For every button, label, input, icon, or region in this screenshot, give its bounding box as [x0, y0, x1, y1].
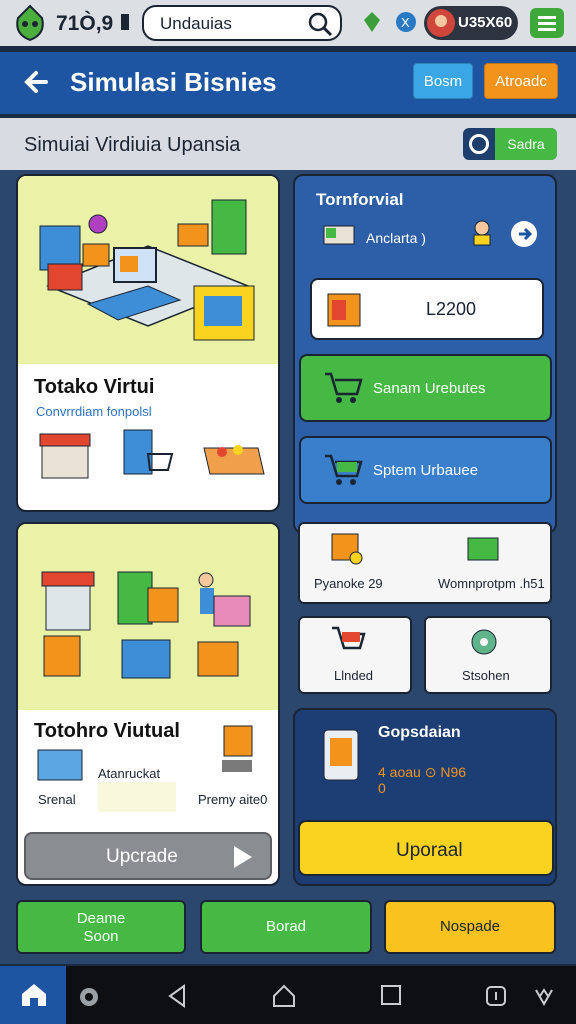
mode-toggle[interactable]: Sadra: [463, 128, 557, 160]
money-stack-icon: [467, 537, 499, 561]
card2-label-right: Premy aite0: [198, 792, 268, 807]
svg-text:X: X: [401, 15, 410, 30]
yellow-upgrade-label: Uporaal: [396, 840, 463, 861]
tile-3[interactable]: Llnded: [298, 616, 412, 694]
store-card-1[interactable]: Totako Virtui Convrrdiam fonpolsl: [16, 174, 280, 512]
bottom-button-1[interactable]: Deame Soon: [16, 900, 186, 954]
avatar-icon: [427, 9, 455, 37]
record-icon[interactable]: [78, 986, 100, 1008]
card-illustration-2: [18, 524, 278, 710]
card1-subtitle: Convrrdiam fonpolsl: [36, 404, 152, 419]
settings-icon[interactable]: [118, 12, 132, 32]
cart-sign-icon: [222, 725, 253, 772]
cart-icon: [325, 454, 363, 485]
card1-title: Totako Virtui: [34, 376, 155, 398]
cash-register-icon: [331, 533, 363, 565]
nav-home-icon[interactable]: [272, 984, 296, 1008]
bottom-button-3[interactable]: Nospade: [384, 900, 556, 954]
card1-icons: [39, 429, 265, 479]
score-text: 71Ò,9: [56, 12, 114, 35]
card2-label-mid: Atanruckat: [98, 766, 161, 781]
blue-action-label: Sptem Urbauee: [373, 462, 479, 479]
blue-action-button[interactable]: Sptem Urbauee: [299, 436, 552, 504]
menu-icon: [538, 16, 556, 31]
tablet-icon: [323, 729, 359, 781]
card-illustration-1: [18, 176, 278, 364]
search-bar[interactable]: Undauias: [142, 5, 342, 41]
gem-icon[interactable]: [362, 10, 382, 34]
clipboard-icon[interactable]: [484, 984, 508, 1008]
price-value: L2200: [426, 299, 477, 319]
info-panel-title: Tornforvial: [316, 190, 404, 209]
search-input[interactable]: Undauias: [160, 14, 232, 34]
upgrade-panel-line2: 0: [378, 780, 386, 796]
upgrade-label: Upcrade: [106, 846, 178, 867]
produce-box-icon: [203, 445, 265, 475]
x-coin-icon[interactable]: X: [394, 10, 418, 34]
leaf-logo-icon: [16, 4, 44, 42]
store-isometric-icon: [39, 199, 255, 341]
menu-button[interactable]: [530, 8, 564, 38]
section-title: Simuiai Virdiuia Upansia: [24, 134, 241, 156]
nav-home-button[interactable]: [0, 966, 66, 1024]
tape-roll-icon: [471, 629, 497, 655]
shops-isometric-icon: [41, 571, 251, 679]
register-icon: [323, 225, 355, 245]
upgrade-button[interactable]: Upcrade: [24, 832, 272, 880]
card2-field: [98, 782, 176, 812]
tile2-label[interactable]: Womnprotpm .h51: [438, 576, 545, 591]
green-action-label: Sanam Urebutes: [373, 380, 486, 397]
tile1-label[interactable]: Pyanoke 29: [314, 576, 383, 591]
nav-back-icon[interactable]: [166, 984, 188, 1008]
person-icon: [473, 220, 491, 246]
accessibility-icon[interactable]: [532, 984, 556, 1008]
forward-icon[interactable]: [510, 220, 538, 248]
toggle-label: Sadra: [495, 128, 557, 160]
card2-title: Totohro Viutual: [34, 720, 180, 742]
green-action-button[interactable]: Sanam Urebutes: [299, 354, 552, 422]
shop-stall-icon: [327, 293, 361, 327]
bottom-button-1-line1: Deame: [76, 910, 126, 927]
tile-row-1: Pyanoke 29 Womnprotpm .h51: [298, 522, 552, 604]
info-panel-sub: Anclarta ): [366, 230, 426, 246]
cart-display-icon: [123, 429, 174, 475]
tile3-label: Llnded: [334, 668, 374, 683]
tile4-label: Stsohen: [462, 668, 510, 683]
back-arrow-icon[interactable]: [20, 65, 54, 99]
yellow-upgrade-button[interactable]: Uporaal: [298, 820, 554, 876]
page-title: Simulasi Bisnies: [70, 67, 277, 97]
cart-icon: [325, 372, 363, 403]
cart-icon: [332, 626, 366, 650]
header-button-2[interactable]: Atroadc: [484, 63, 558, 99]
nav-recent-icon[interactable]: [380, 984, 402, 1006]
tile-4[interactable]: Stsohen: [424, 616, 552, 694]
scale-machine-icon: [37, 749, 83, 781]
bottom-button-1-line2: Soon: [83, 928, 119, 945]
bottom-button-2[interactable]: Borad: [200, 900, 372, 954]
shop-icon: [39, 433, 91, 479]
card2-label-left: Srenal: [38, 792, 76, 807]
page-header: Simulasi Bisnies Bosm Atroadc: [0, 52, 576, 114]
header-button-1[interactable]: Bosm: [413, 63, 473, 99]
play-arrow-icon: [234, 846, 252, 868]
upgrade-panel-title: Gopsdaian: [378, 724, 461, 741]
upgrade-panel-line1: 4 aoau ⊙ N96: [378, 764, 467, 780]
search-icon[interactable]: [306, 10, 334, 38]
currency-pill[interactable]: U35X60: [424, 6, 518, 40]
currency-text: U35X60: [458, 14, 513, 31]
toggle-knob: [469, 134, 489, 154]
home-icon: [22, 984, 46, 1006]
